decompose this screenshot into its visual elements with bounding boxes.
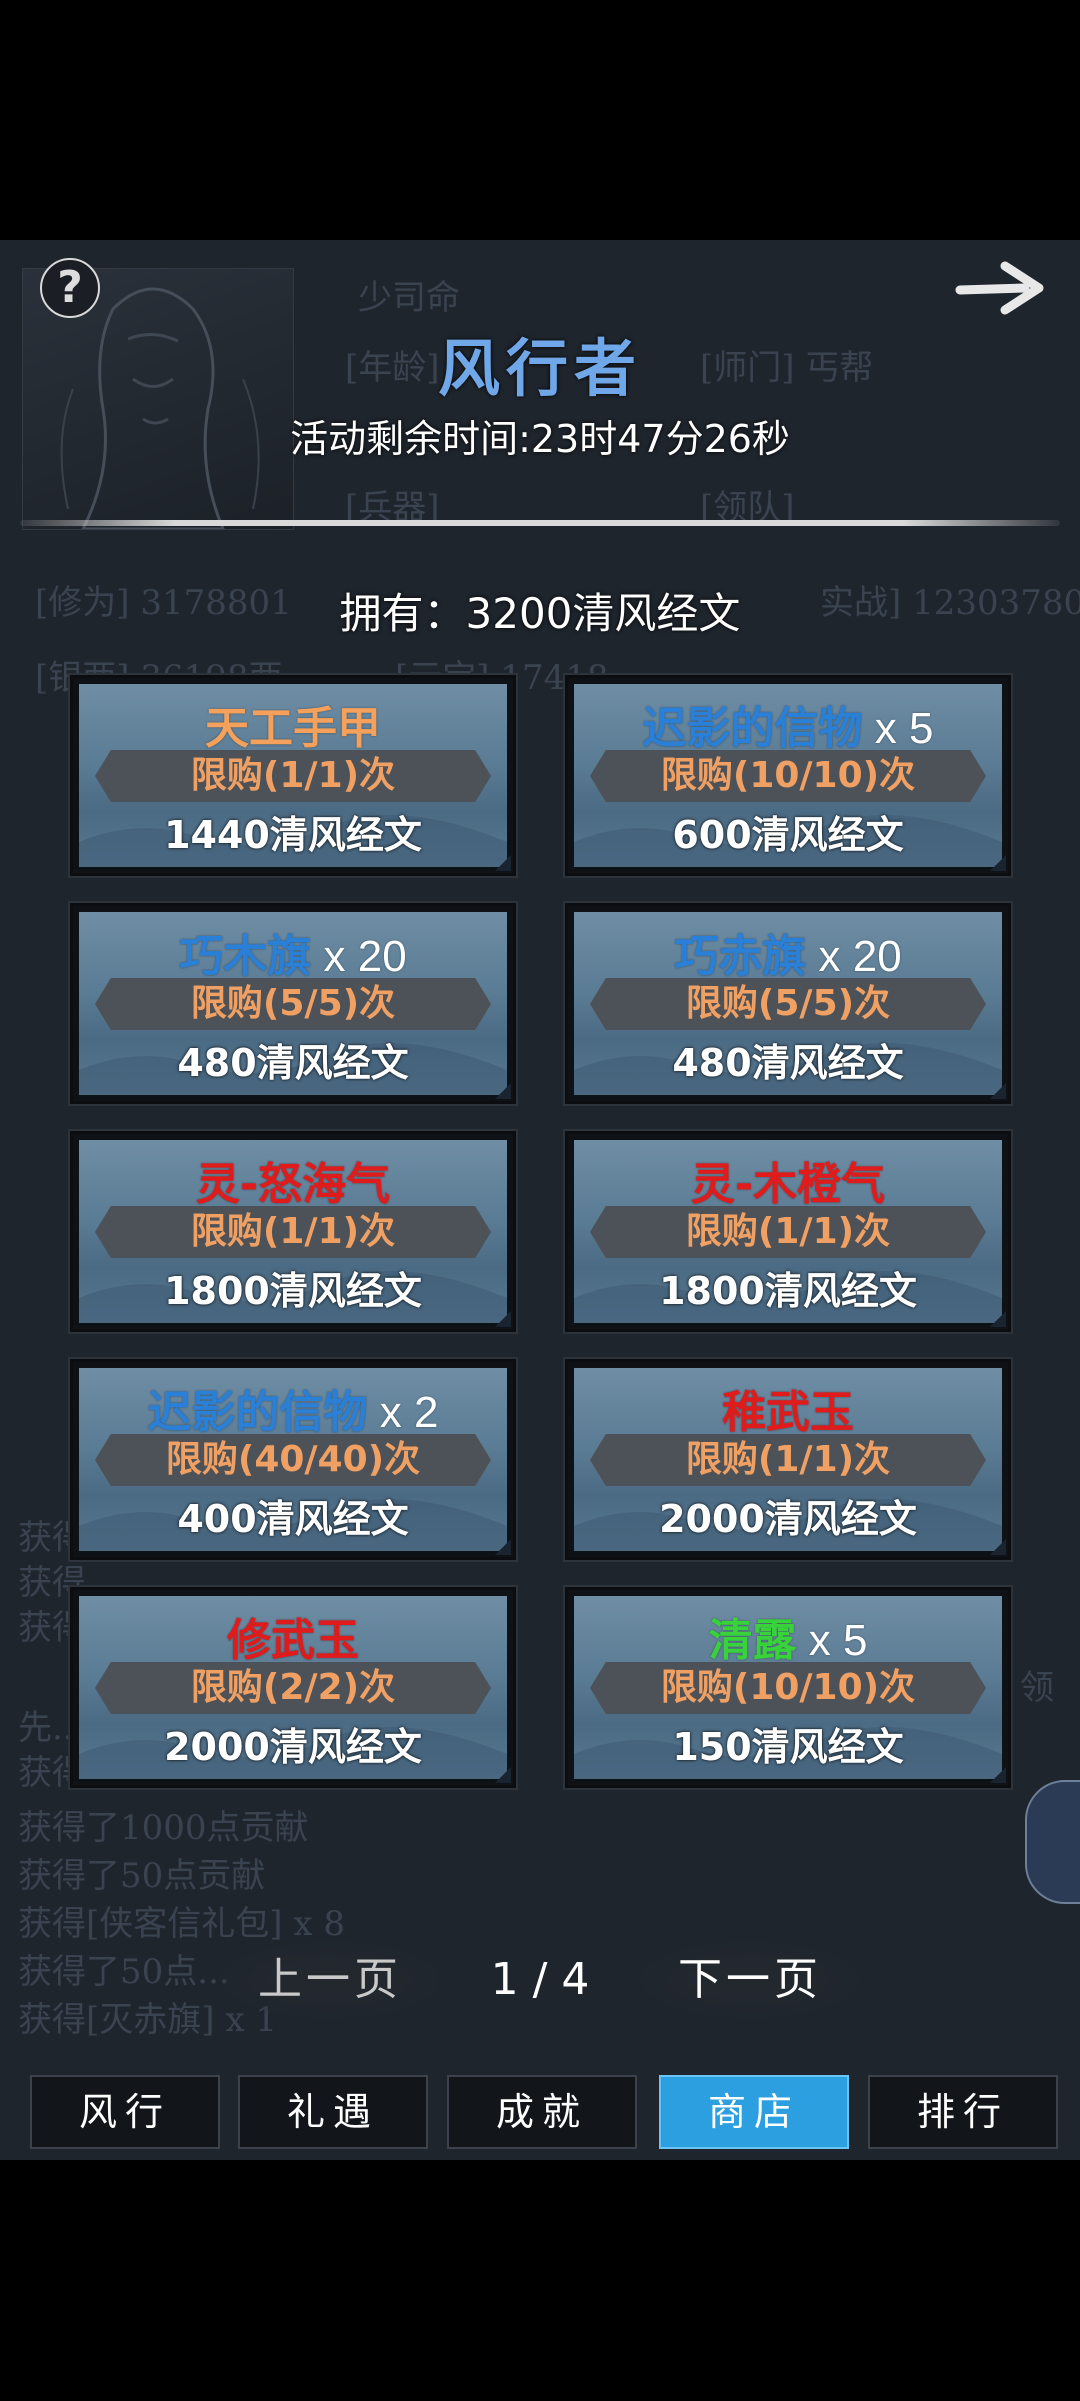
item-name: 稚武玉	[568, 1376, 1008, 1440]
item-title: 天工手甲	[205, 703, 381, 754]
shop-item-card[interactable]: 迟影的信物 x 5 限购(10/10)次 600清风经文	[565, 675, 1011, 876]
event-panel: 少司命 [年龄] [师门] 丐帮 [兵器] [领队] [修为] 3178801 …	[0, 240, 1080, 2160]
item-name: 巧木旗 x 20	[73, 920, 513, 984]
prev-page-button[interactable]: 上一页	[215, 1940, 445, 2020]
item-price: 480清风经文	[177, 1041, 409, 1085]
item-name: 天工手甲	[73, 692, 513, 756]
item-price: 1800清风经文	[164, 1269, 422, 1313]
side-drawer-handle[interactable]	[1025, 1780, 1080, 1904]
item-price: 2000清风经文	[164, 1725, 422, 1769]
bg-log-line: 获得了1000点贡献	[18, 1808, 309, 1848]
item-name: 迟影的信物 x 5	[568, 692, 1008, 756]
item-price: 1440清风经文	[164, 813, 422, 857]
purchase-limit: 限购(1/1)次	[190, 755, 396, 796]
item-quantity: x 5	[796, 1616, 868, 1665]
shop-item-card[interactable]: 灵-木橙气 限购(1/1)次 1800清风经文	[565, 1131, 1011, 1332]
help-button[interactable]: ?	[40, 258, 100, 318]
item-title: 清露	[708, 1615, 797, 1666]
item-title: 巧木旗	[179, 931, 312, 982]
bg-character-name: 少司命	[358, 278, 460, 318]
event-timer: 活动剩余时间:23时47分26秒	[290, 417, 790, 461]
item-title: 稚武玉	[722, 1387, 854, 1438]
item-title: 迟影的信物	[147, 1387, 368, 1438]
item-title: 灵-怒海气	[195, 1159, 391, 1210]
item-name: 清露 x 5	[568, 1604, 1008, 1668]
purchase-limit: 限购(10/10)次	[660, 1667, 916, 1708]
item-quantity: x 2	[367, 1388, 439, 1437]
item-price: 400清风经文	[177, 1497, 409, 1541]
bg-log-line: 获得了50点...	[18, 1952, 230, 1992]
item-name: 灵-木橙气	[568, 1148, 1008, 1212]
shop-item-card[interactable]: 稚武玉 限购(1/1)次 2000清风经文	[565, 1359, 1011, 1560]
item-name: 巧赤旗 x 20	[568, 920, 1008, 984]
item-quantity: x 5	[862, 704, 934, 753]
purchase-limit: 限购(1/1)次	[685, 1439, 891, 1480]
item-name: 灵-怒海气	[73, 1148, 513, 1212]
item-price: 1800清风经文	[659, 1269, 917, 1313]
tab-shop[interactable]: 商店	[659, 2075, 849, 2149]
shop-item-card[interactable]: 修武玉 限购(2/2)次 2000清风经文	[70, 1587, 516, 1788]
purchase-limit: 限购(2/2)次	[190, 1667, 396, 1708]
purchase-limit: 限购(1/1)次	[685, 1211, 891, 1252]
item-quantity: x 20	[806, 932, 902, 981]
forward-arrow-icon[interactable]	[955, 258, 1050, 318]
item-title: 修武玉	[227, 1615, 359, 1666]
page-indicator: 1 / 4	[490, 1954, 590, 2005]
tab-ranking[interactable]: 排行	[868, 2075, 1058, 2149]
item-price: 150清风经文	[672, 1725, 904, 1769]
event-title: 风行者	[437, 332, 642, 405]
purchase-limit: 限购(10/10)次	[660, 755, 916, 796]
item-name: 迟影的信物 x 2	[73, 1376, 513, 1440]
next-page-button[interactable]: 下一页	[635, 1940, 865, 2020]
tab-liyu[interactable]: 礼遇	[238, 2075, 428, 2149]
shop-item-card[interactable]: 清露 x 5 限购(10/10)次 150清风经文	[565, 1587, 1011, 1788]
tab-fengxing[interactable]: 风行	[30, 2075, 220, 2149]
shop-item-card[interactable]: 巧赤旗 x 20 限购(5/5)次 480清风经文	[565, 903, 1011, 1104]
tab-chengjiu[interactable]: 成就	[447, 2075, 637, 2149]
purchase-limit: 限购(1/1)次	[190, 1211, 396, 1252]
purchase-limit: 限购(40/40)次	[165, 1439, 421, 1480]
item-title: 巧赤旗	[674, 931, 807, 982]
item-title: 灵-木橙气	[690, 1159, 886, 1210]
owned-currency: 拥有：3200清风经文	[339, 589, 741, 638]
shop-item-card[interactable]: 灵-怒海气 限购(1/1)次 1800清风经文	[70, 1131, 516, 1332]
purchase-limit: 限购(5/5)次	[190, 983, 396, 1024]
item-price: 480清风经文	[672, 1041, 904, 1085]
shop-item-card[interactable]: 巧木旗 x 20 限购(5/5)次 480清风经文	[70, 903, 516, 1104]
shop-item-card[interactable]: 迟影的信物 x 2 限购(40/40)次 400清风经文	[70, 1359, 516, 1560]
bg-side-text: 领	[1020, 1668, 1054, 1708]
shop-item-card[interactable]: 天工手甲 限购(1/1)次 1440清风经文	[70, 675, 516, 876]
item-name: 修武玉	[73, 1604, 513, 1668]
bg-log-line: 获得[侠客信礼包] x 8	[18, 1904, 345, 1944]
purchase-limit: 限购(5/5)次	[685, 983, 891, 1024]
header-divider	[20, 520, 1060, 526]
item-price: 2000清风经文	[659, 1497, 917, 1541]
bg-log-line: 获得了50点贡献	[18, 1856, 266, 1896]
item-quantity: x 20	[311, 932, 407, 981]
item-title: 迟影的信物	[642, 703, 863, 754]
item-price: 600清风经文	[672, 813, 904, 857]
